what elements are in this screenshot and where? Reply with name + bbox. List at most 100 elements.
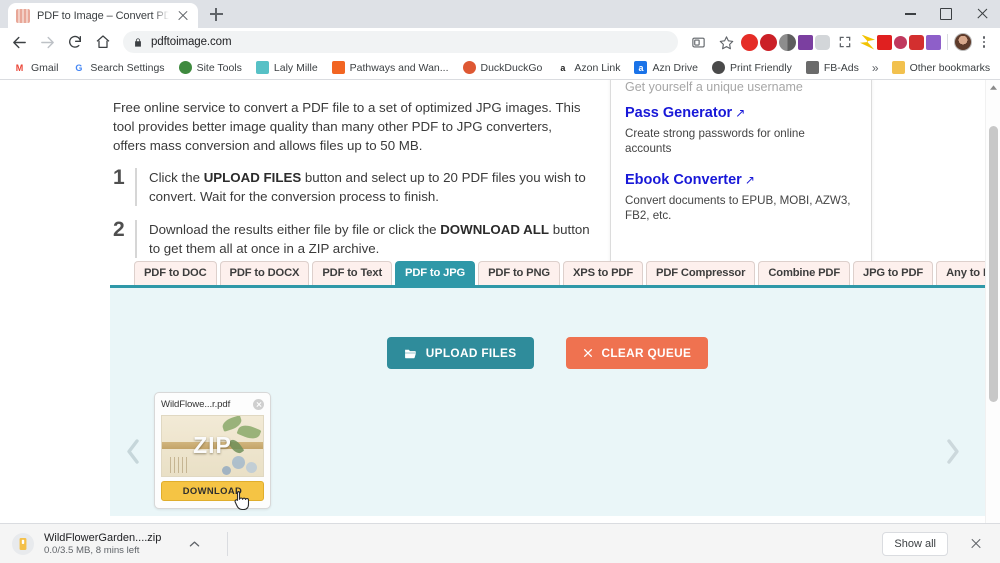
- new-tab-button[interactable]: [202, 0, 230, 28]
- bookmark-label: Print Friendly: [730, 61, 792, 74]
- bookmark-label: Gmail: [31, 61, 59, 74]
- tool-tab-row: PDF to DOC PDF to DOCX PDF to Text PDF t…: [110, 261, 1000, 285]
- upload-files-label: UPLOAD FILES: [425, 346, 517, 360]
- clear-queue-button[interactable]: CLEAR QUEUE: [565, 337, 709, 369]
- window-controls: [892, 0, 1000, 28]
- bookmark-pathways-and-wanderings[interactable]: Pathways and Wan...: [325, 58, 456, 78]
- extension-grey-cloud-icon[interactable]: [815, 34, 830, 50]
- maximize-icon[interactable]: [928, 0, 964, 28]
- extension-purple-square-icon[interactable]: [798, 34, 813, 50]
- promo-title-text: Pass Generator: [625, 105, 733, 121]
- tab-pdf-compressor[interactable]: PDF Compressor: [646, 261, 756, 285]
- bookmark-azn-drive[interactable]: a Azn Drive: [627, 58, 705, 78]
- laly-mille-icon: [255, 61, 269, 74]
- lock-icon: [133, 37, 143, 48]
- page-content: Free online service to convert a PDF fil…: [0, 80, 1000, 523]
- address-bar[interactable]: pdftoimage.com: [123, 31, 678, 53]
- promo-item-ebook-converter[interactable]: Ebook Converter ↗ Convert documents to EP…: [625, 171, 853, 223]
- tab-jpg-to-pdf[interactable]: JPG to PDF: [853, 261, 934, 285]
- intro-paragraph: Free online service to convert a PDF fil…: [113, 100, 581, 153]
- extension-small-pink-icon[interactable]: [894, 35, 907, 49]
- bookmark-label: Search Settings: [90, 61, 165, 74]
- bookmark-search-settings[interactable]: G Search Settings: [65, 58, 171, 78]
- file-thumbnail[interactable]: ZIP: [161, 415, 264, 477]
- step-number: 2: [113, 219, 137, 258]
- forward-arrow-icon[interactable]: [34, 29, 60, 55]
- bookmarks-overflow-icon[interactable]: »: [866, 61, 885, 75]
- bookmark-print-friendly[interactable]: Print Friendly: [705, 58, 799, 78]
- kebab-menu-icon[interactable]: [974, 32, 994, 52]
- bookmark-label: Pathways and Wan...: [349, 61, 449, 74]
- file-card-header: WildFlowe...r.pdf: [161, 399, 264, 410]
- extension-expand-icon[interactable]: [832, 29, 858, 55]
- bookmark-fb-ads[interactable]: FB-Ads: [799, 58, 866, 78]
- promo-item-title[interactable]: Ebook Converter ↗: [625, 171, 853, 190]
- other-bookmarks-folder[interactable]: Other bookmarks: [885, 58, 998, 78]
- download-item[interactable]: WildFlowerGarden....zip 0.0/3.5 MB, 8 mi…: [44, 532, 161, 556]
- remove-file-icon[interactable]: [253, 399, 264, 410]
- file-result-card: WildFlowe...r.pdf ZIP DOWNLOAD: [154, 392, 271, 511]
- extension-opera-icon[interactable]: [741, 33, 758, 51]
- close-icon[interactable]: [176, 9, 190, 23]
- extension-mailcheck-icon[interactable]: [926, 34, 941, 50]
- extension-grey-circle-icon[interactable]: [779, 33, 796, 51]
- extension-yellow-lightning-icon[interactable]: [860, 34, 875, 50]
- chevron-right-icon[interactable]: [939, 433, 965, 469]
- thumbnail-format-label: ZIP: [193, 431, 232, 458]
- bookmark-gmail[interactable]: M Gmail: [6, 58, 65, 78]
- browser-window: PDF to Image – Convert PDF to J: [0, 0, 1000, 563]
- promo-item-title[interactable]: Pass Generator ↗: [625, 104, 853, 123]
- promo-item-pass-generator[interactable]: Pass Generator ↗ Create strong passwords …: [625, 104, 853, 156]
- extension-lock-icon[interactable]: [909, 34, 924, 50]
- page-scrollbar[interactable]: [985, 80, 1000, 523]
- tab-pdf-to-jpg[interactable]: PDF to JPG: [395, 261, 476, 285]
- tab-combine-pdf[interactable]: Combine PDF: [758, 261, 851, 285]
- bookmark-azon-link[interactable]: a Azon Link: [549, 58, 627, 78]
- bookmark-label: Azon Link: [574, 61, 621, 74]
- bookmark-duckduckgo[interactable]: DuckDuckGo: [456, 58, 550, 78]
- reload-icon[interactable]: [62, 29, 88, 55]
- chevron-up-icon[interactable]: [183, 533, 205, 555]
- tab-pdf-to-png[interactable]: PDF to PNG: [478, 261, 560, 285]
- scroll-up-icon[interactable]: [986, 80, 1000, 95]
- upload-files-button[interactable]: UPLOAD FILES: [386, 337, 534, 369]
- other-bookmarks-label: Other bookmarks: [909, 61, 991, 74]
- tab-pdf-to-text[interactable]: PDF to Text: [312, 261, 393, 285]
- promo-item-desc: Convert documents to EPUB, MOBI, AZW3, F…: [625, 194, 851, 222]
- bookmark-laly-mille[interactable]: Laly Mille: [249, 58, 325, 78]
- instruction-step: 1 Click the UPLOAD FILES button and sele…: [113, 167, 593, 206]
- tab-pdf-to-doc[interactable]: PDF to DOC: [134, 261, 217, 285]
- tab-xps-to-pdf[interactable]: XPS to PDF: [562, 261, 644, 285]
- folder-open-icon: [404, 348, 417, 359]
- shelf-divider: [227, 531, 229, 556]
- file-card-filename: WildFlowe...r.pdf: [161, 399, 231, 410]
- show-all-downloads-button[interactable]: Show all: [882, 531, 948, 556]
- bookmark-star-icon[interactable]: [713, 29, 739, 55]
- external-link-icon: ↗: [744, 173, 755, 187]
- home-icon[interactable]: [90, 29, 116, 55]
- bookmark-site-tools[interactable]: Site Tools: [172, 58, 249, 78]
- toolbar-divider: [947, 34, 948, 50]
- gmail-icon: M: [13, 61, 26, 74]
- browser-tab[interactable]: PDF to Image – Convert PDF to J: [8, 3, 198, 28]
- back-arrow-icon[interactable]: [6, 29, 32, 55]
- extension-pinterest-icon[interactable]: [760, 33, 777, 51]
- extension-red-pen-icon[interactable]: [877, 34, 892, 50]
- tab-pdf-to-docx[interactable]: PDF to DOCX: [219, 261, 310, 285]
- bookmark-label: Azn Drive: [652, 61, 698, 74]
- cast-icon[interactable]: [685, 29, 711, 55]
- close-icon[interactable]: [964, 0, 1000, 28]
- chevron-left-icon[interactable]: [120, 433, 146, 469]
- scrollbar-thumb[interactable]: [989, 126, 998, 402]
- step-text-bold: DOWNLOAD ALL: [440, 222, 550, 237]
- instruction-step: 2 Download the results either file by fi…: [113, 219, 593, 258]
- close-shelf-icon[interactable]: [964, 532, 988, 556]
- step-number: 1: [113, 167, 137, 206]
- bookmark-label: Site Tools: [196, 61, 242, 74]
- converter-panel: UPLOAD FILES CLEAR QUEUE WildFlowe...r.p…: [110, 288, 985, 516]
- step-text-prefix: Download the results either file by file…: [149, 222, 441, 237]
- minimize-icon[interactable]: [892, 0, 928, 28]
- print-friendly-icon: [712, 61, 725, 74]
- mouse-cursor-icon: [234, 490, 250, 511]
- avatar[interactable]: [954, 33, 972, 51]
